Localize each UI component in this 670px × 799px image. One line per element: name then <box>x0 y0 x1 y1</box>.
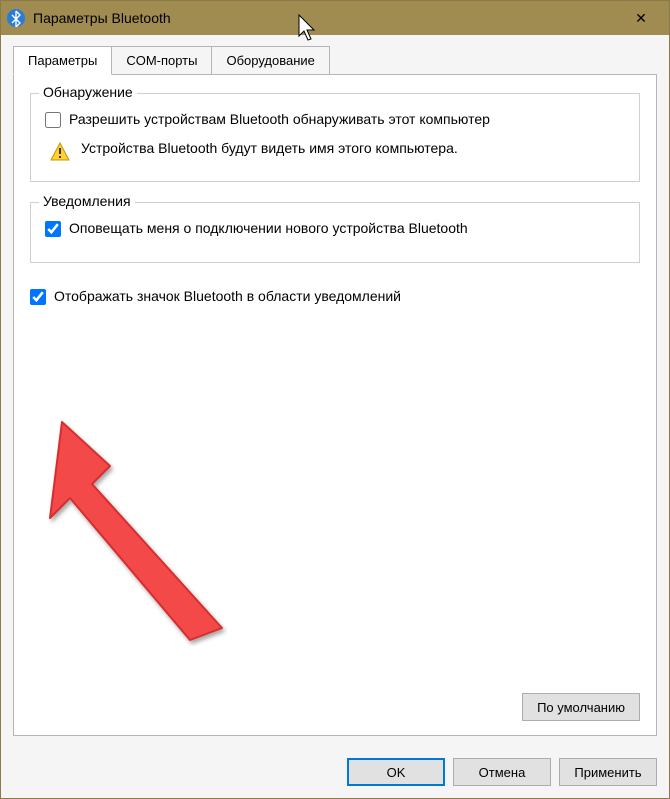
notify-new-device-label[interactable]: Оповещать меня о подключении нового устр… <box>69 219 468 238</box>
tab-hardware[interactable]: Оборудование <box>211 46 329 75</box>
ok-button[interactable]: OK <box>347 758 445 786</box>
group-notifications: Уведомления Оповещать меня о подключении… <box>30 202 640 263</box>
discovery-info-text: Устройства Bluetooth будут видеть имя эт… <box>81 139 458 158</box>
client-area: Параметры COM-порты Оборудование Обнаруж… <box>1 35 669 748</box>
show-tray-icon-label[interactable]: Отображать значок Bluetooth в области ув… <box>54 287 401 306</box>
bluetooth-icon <box>7 9 25 27</box>
close-button[interactable]: ✕ <box>619 3 663 33</box>
group-discovery: Обнаружение Разрешить устройствам Blueto… <box>30 93 640 182</box>
notify-new-device-checkbox[interactable] <box>45 221 61 237</box>
tabstrip: Параметры COM-порты Оборудование <box>13 45 657 74</box>
window-title: Параметры Bluetooth <box>33 10 619 26</box>
allow-discovery-label[interactable]: Разрешить устройствам Bluetooth обнаружи… <box>69 110 490 129</box>
tab-parameters[interactable]: Параметры <box>13 46 112 75</box>
tab-panel-parameters: Обнаружение Разрешить устройствам Blueto… <box>13 74 657 736</box>
cancel-button[interactable]: Отмена <box>453 758 551 786</box>
warning-icon <box>49 141 71 163</box>
apply-button[interactable]: Применить <box>559 758 657 786</box>
bluetooth-settings-window: Параметры Bluetooth ✕ Параметры COM-порт… <box>0 0 670 799</box>
tab-com-ports[interactable]: COM-порты <box>111 46 212 75</box>
restore-defaults-button[interactable]: По умолчанию <box>522 693 640 721</box>
group-notifications-legend: Уведомления <box>39 193 135 209</box>
allow-discovery-checkbox[interactable] <box>45 112 61 128</box>
group-discovery-legend: Обнаружение <box>39 84 137 100</box>
show-tray-icon-checkbox[interactable] <box>30 289 46 305</box>
titlebar[interactable]: Параметры Bluetooth ✕ <box>1 1 669 35</box>
dialog-button-row: OK Отмена Применить <box>1 748 669 798</box>
